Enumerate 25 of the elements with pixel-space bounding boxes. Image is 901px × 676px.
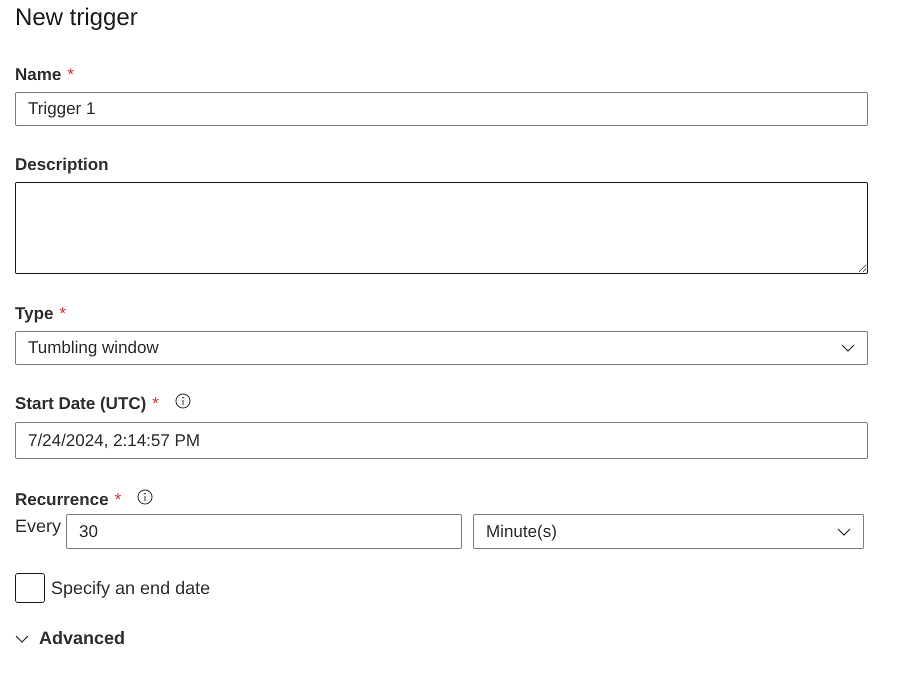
- info-icon[interactable]: [137, 489, 154, 505]
- required-asterisk: *: [114, 489, 122, 512]
- info-icon[interactable]: [174, 393, 191, 409]
- unit-dropdown[interactable]: Minute(s): [473, 514, 864, 549]
- advanced-toggle[interactable]: Advanced: [15, 625, 126, 652]
- panel-title: New trigger: [15, 3, 139, 33]
- interval-input-field[interactable]: 30: [66, 514, 462, 549]
- field-label: Type: [15, 303, 54, 326]
- type-dropdown[interactable]: Tumbling window: [15, 331, 868, 365]
- every-label: Every: [15, 515, 62, 538]
- chevron-down-icon: [841, 344, 855, 352]
- start-date-input-field[interactable]: 7/24/2024, 2:14:57 PM: [15, 422, 868, 459]
- field-label: Start Date (UTC): [15, 393, 146, 416]
- required-asterisk: *: [152, 393, 159, 416]
- name-input-field[interactable]: Trigger 1: [15, 92, 868, 126]
- field-label: Recurrence: [15, 489, 109, 512]
- end-date-label: Specify an end date: [51, 576, 210, 600]
- chevron-down-icon: [15, 634, 29, 642]
- field-label: Description: [15, 154, 109, 176]
- required-asterisk: *: [59, 303, 66, 326]
- required-asterisk: *: [67, 64, 74, 86]
- chevron-down-icon: [837, 528, 852, 536]
- field-label: Name: [15, 64, 62, 86]
- description-input-field[interactable]: [15, 182, 868, 274]
- end-date-checkbox[interactable]: [15, 573, 45, 603]
